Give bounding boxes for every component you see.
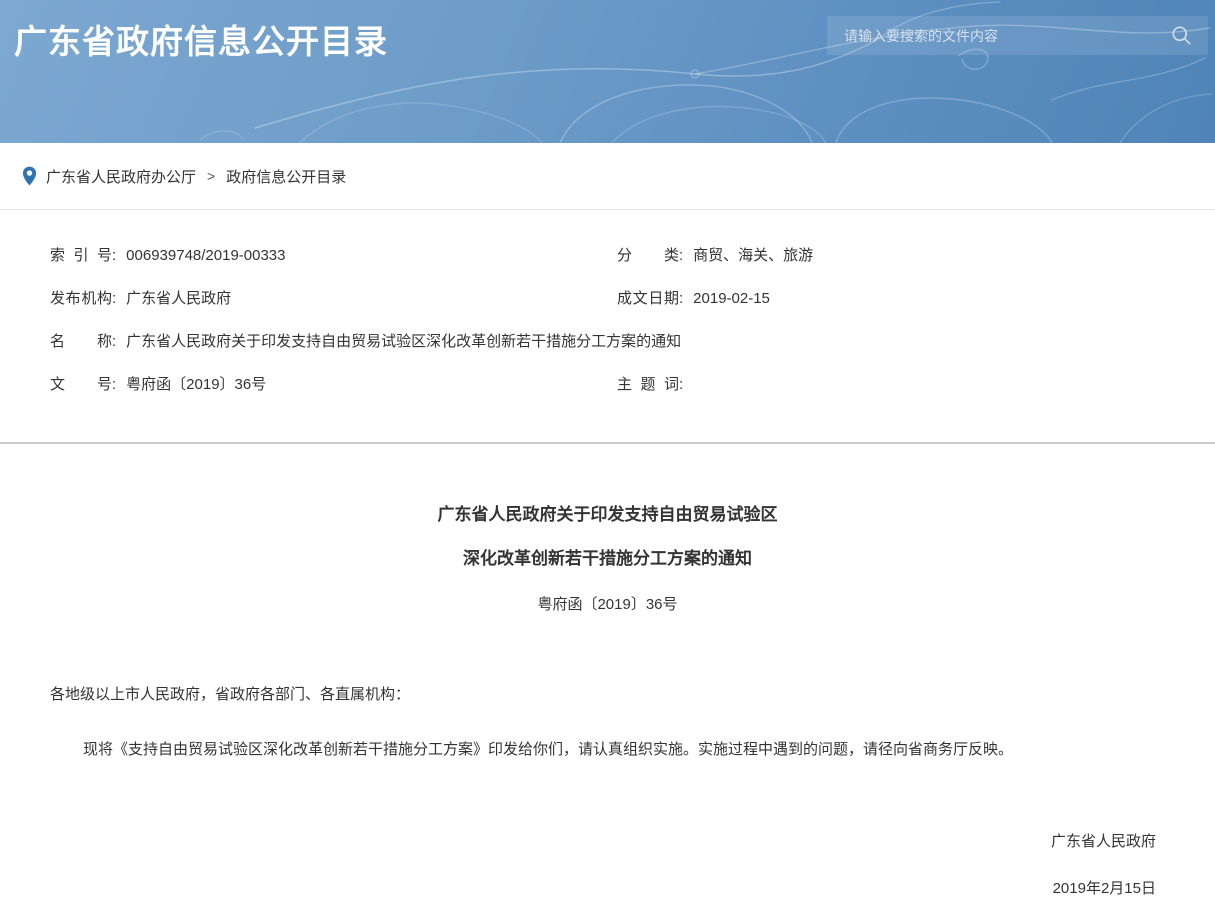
- meta-issue-date-label: 成文日期: [617, 287, 679, 308]
- document-number: 粤府函〔2019〕36号: [0, 596, 1215, 614]
- meta-row-docno-keywords: 文号: 粤府函〔2019〕36号 主题词:: [50, 373, 1215, 391]
- meta-name-value: 广东省人民政府关于印发支持自由贸易试验区深化改革创新若干措施分工方案的通知: [126, 330, 681, 351]
- meta-name-label: 名称: [50, 330, 112, 351]
- search-box: [827, 16, 1208, 55]
- breadcrumb-current[interactable]: 政府信息公开目录: [226, 166, 346, 187]
- meta-name: 名称: 广东省人民政府关于印发支持自由贸易试验区深化改革创新若干措施分工方案的通…: [50, 330, 1215, 351]
- document-salutation: 各地级以上市人民政府，省政府各部门、各直属机构：: [0, 685, 1215, 704]
- meta-publisher-label: 发布机构: [50, 287, 112, 308]
- meta-category-value: 商贸、海关、旅游: [693, 244, 813, 265]
- meta-doc-number-value: 粤府函〔2019〕36号: [126, 373, 266, 394]
- search-input[interactable]: [827, 16, 1168, 55]
- page-header: 广东省政府信息公开目录: [0, 0, 1215, 143]
- search-button[interactable]: [1168, 16, 1208, 55]
- meta-row-publisher-date: 发布机构: 广东省人民政府 成文日期: 2019-02-15: [50, 287, 1215, 305]
- document-issuer: 广东省人民政府: [0, 832, 1215, 851]
- search-icon: [1171, 25, 1192, 46]
- document-metadata: 索引号: 006939748/2019-00333 分类: 商贸、海关、旅游 发…: [0, 210, 1215, 444]
- meta-issue-date-value: 2019-02-15: [693, 290, 770, 307]
- document-paragraph: 现将《支持自由贸易试验区深化改革创新若干措施分工方案》印发给你们，请认真组织实施…: [0, 740, 1215, 759]
- meta-keywords: 主题词:: [617, 373, 1215, 394]
- meta-issue-date: 成文日期: 2019-02-15: [617, 287, 1215, 308]
- meta-category: 分类: 商贸、海关、旅游: [617, 244, 1215, 265]
- document-content: 广东省人民政府关于印发支持自由贸易试验区 深化改革创新若干措施分工方案的通知 粤…: [0, 444, 1215, 898]
- meta-category-label: 分类: [617, 244, 679, 265]
- meta-index-value: 006939748/2019-00333: [126, 247, 285, 264]
- meta-row-index-category: 索引号: 006939748/2019-00333 分类: 商贸、海关、旅游: [50, 244, 1215, 262]
- breadcrumb: 广东省人民政府办公厅 > 政府信息公开目录: [0, 143, 1215, 210]
- breadcrumb-separator: >: [207, 168, 215, 184]
- meta-index-label: 索引号: [50, 244, 112, 265]
- document-title-line1: 广东省人民政府关于印发支持自由贸易试验区: [0, 506, 1215, 524]
- meta-index: 索引号: 006939748/2019-00333: [50, 244, 617, 265]
- meta-publisher: 发布机构: 广东省人民政府: [50, 287, 617, 308]
- site-title: 广东省政府信息公开目录: [14, 15, 388, 63]
- meta-doc-number-label: 文号: [50, 373, 112, 394]
- document-sign-date: 2019年2月15日: [0, 879, 1215, 898]
- location-pin-icon: [22, 166, 37, 186]
- breadcrumb-parent[interactable]: 广东省人民政府办公厅: [46, 166, 196, 187]
- meta-keywords-label: 主题词: [617, 373, 679, 394]
- document-title-line2: 深化改革创新若干措施分工方案的通知: [0, 550, 1215, 568]
- meta-publisher-value: 广东省人民政府: [126, 287, 231, 308]
- meta-row-name: 名称: 广东省人民政府关于印发支持自由贸易试验区深化改革创新若干措施分工方案的通…: [50, 330, 1215, 348]
- meta-doc-number: 文号: 粤府函〔2019〕36号: [50, 373, 617, 394]
